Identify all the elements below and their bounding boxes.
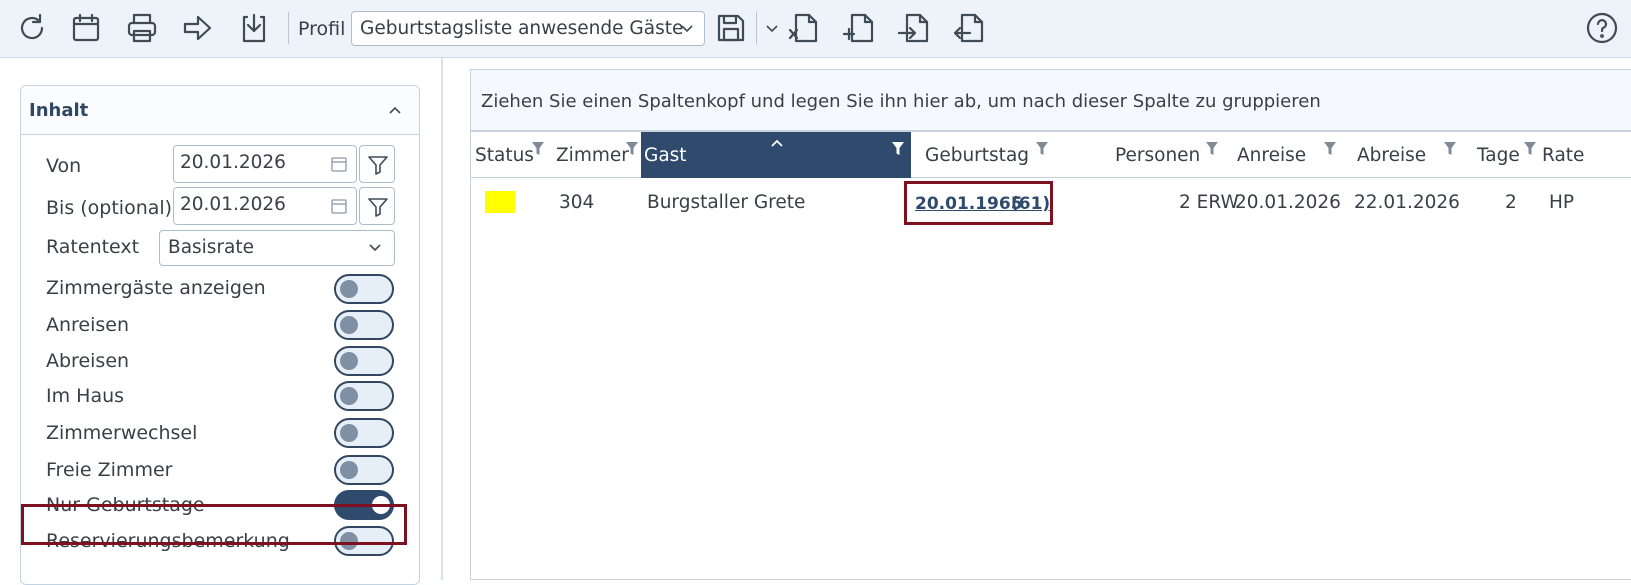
- profil-select-value: Geburtstagsliste anwesende Gäste: [360, 18, 684, 39]
- column-filter-icon[interactable]: [1205, 141, 1219, 157]
- group-drop-zone[interactable]: Ziehen Sie einen Spaltenkopf und legen S…: [471, 70, 1631, 132]
- filter-panel: Inhalt Von Bis (optional) Ratentext Basi…: [0, 58, 443, 585]
- bis-label: Bis (optional): [46, 197, 173, 219]
- import-icon[interactable]: [897, 10, 933, 46]
- group-hint-text: Ziehen Sie einen Spaltenkopf und legen S…: [481, 91, 1321, 112]
- calendar-icon[interactable]: [68, 10, 104, 46]
- column-header-personen[interactable]: Personen: [1115, 132, 1225, 178]
- print-icon[interactable]: [124, 10, 160, 46]
- toggle-im-haus[interactable]: [334, 381, 394, 411]
- column-filter-icon[interactable]: [891, 141, 905, 157]
- toggle-label-abreisen: Abreisen: [46, 350, 130, 372]
- export-excel-icon[interactable]: [786, 10, 822, 46]
- column-header-rate[interactable]: Rate: [1530, 132, 1630, 178]
- ratentext-select-value: Basisrate: [168, 237, 255, 258]
- cell-zimmer: 304: [559, 192, 595, 213]
- column-header-label: Tage: [1477, 145, 1520, 166]
- filter-icon: [368, 156, 388, 175]
- toggle-freie-zimmer[interactable]: [334, 455, 394, 485]
- status-indicator: [485, 191, 515, 213]
- cell-anreise: 20.01.2026: [1235, 192, 1341, 213]
- column-header-status[interactable]: Status: [471, 132, 551, 178]
- toggle-label-zimmerwechsel: Zimmerwechsel: [46, 422, 198, 444]
- cell-abreise: 22.01.2026: [1354, 192, 1460, 213]
- toggle-zimmerwechsel[interactable]: [334, 418, 394, 448]
- column-header-label: Geburtstag: [925, 145, 1030, 166]
- refresh-icon[interactable]: [14, 10, 50, 46]
- column-filter-icon[interactable]: [625, 141, 639, 157]
- cell-personen: 2 ERW: [1179, 192, 1239, 213]
- toggle-label-zimmergaeste: Zimmergäste anzeigen: [46, 277, 266, 299]
- ratentext-select[interactable]: Basisrate: [159, 230, 395, 266]
- inhalt-section-header[interactable]: Inhalt: [21, 86, 419, 135]
- column-header-label: Abreise: [1357, 145, 1427, 166]
- inhalt-section-title: Inhalt: [29, 100, 89, 121]
- save-icon[interactable]: [713, 10, 749, 46]
- column-header-geburtstag[interactable]: Geburtstag: [911, 132, 1115, 178]
- bis-date-input[interactable]: [180, 194, 320, 215]
- toggle-label-anreisen: Anreisen: [46, 314, 130, 336]
- toggle-abreisen[interactable]: [334, 346, 394, 376]
- chevron-down-icon: [369, 244, 381, 252]
- toggle-anreisen[interactable]: [334, 310, 394, 340]
- bis-filter-button[interactable]: [359, 187, 395, 225]
- toolbar: Profil Geburtstagsliste anwesende Gäste: [0, 0, 1631, 58]
- column-header-zimmer[interactable]: Zimmer: [551, 132, 638, 178]
- column-filter-icon[interactable]: [1443, 141, 1457, 157]
- toggle-zimmergaeste[interactable]: [334, 274, 394, 304]
- von-label: Von: [46, 155, 82, 177]
- grid-header-row: Status Zimmer Gast Geburtstag Personen A…: [471, 132, 1631, 178]
- sort-ascending-icon: [771, 139, 783, 147]
- bis-date-field[interactable]: [173, 187, 357, 225]
- profil-select[interactable]: Geburtstagsliste anwesende Gäste: [351, 11, 705, 46]
- highlight-nur-geburtstage: [21, 504, 407, 545]
- toggle-label-im-haus: Im Haus: [46, 385, 125, 407]
- calendar-icon[interactable]: [330, 197, 348, 215]
- column-header-gast[interactable]: Gast: [641, 132, 911, 178]
- save-options-chevron-icon[interactable]: [764, 20, 780, 36]
- geburtstag-highlight: 20.01.1965 (61): [904, 181, 1053, 225]
- calendar-icon[interactable]: [330, 155, 348, 173]
- alter-link[interactable]: (61): [1011, 194, 1050, 214]
- column-filter-icon[interactable]: [531, 141, 545, 157]
- profil-label: Profil: [298, 18, 346, 40]
- column-header-abreise[interactable]: Abreise: [1345, 132, 1465, 178]
- help-icon[interactable]: [1584, 10, 1620, 46]
- column-header-label: Anreise: [1237, 145, 1307, 166]
- download-icon[interactable]: [236, 10, 272, 46]
- column-header-label: Gast: [644, 145, 687, 166]
- column-header-anreise[interactable]: Anreise: [1225, 132, 1345, 178]
- column-header-label: Status: [475, 145, 534, 166]
- column-header-label: Zimmer: [556, 145, 629, 166]
- ratentext-label: Ratentext: [46, 236, 140, 258]
- column-header-tage[interactable]: Tage: [1465, 132, 1536, 178]
- column-header-label: Rate: [1542, 145, 1585, 166]
- export-icon[interactable]: [952, 10, 988, 46]
- guest-grid: Ziehen Sie einen Spaltenkopf und legen S…: [470, 69, 1631, 580]
- cell-tage: 2: [1505, 192, 1517, 213]
- filter-icon: [368, 198, 388, 217]
- geburtstag-link[interactable]: 20.01.1965: [915, 194, 1023, 214]
- chevron-up-icon[interactable]: [387, 102, 403, 118]
- chevron-down-icon: [681, 25, 693, 33]
- column-header-label: Personen: [1115, 145, 1201, 166]
- cell-gast: Burgstaller Grete: [647, 192, 806, 213]
- von-date-input[interactable]: [180, 152, 320, 173]
- table-row[interactable]: 304 Burgstaller Grete 20.01.1965 (61) 2 …: [471, 178, 1631, 226]
- forward-icon[interactable]: [180, 10, 216, 46]
- cell-rate: HP: [1549, 192, 1575, 213]
- von-filter-button[interactable]: [359, 145, 395, 183]
- column-filter-icon[interactable]: [1035, 141, 1049, 157]
- new-document-icon[interactable]: [842, 10, 878, 46]
- toggle-label-freie-zimmer: Freie Zimmer: [46, 459, 173, 481]
- column-filter-icon[interactable]: [1323, 141, 1337, 157]
- von-date-field[interactable]: [173, 145, 357, 183]
